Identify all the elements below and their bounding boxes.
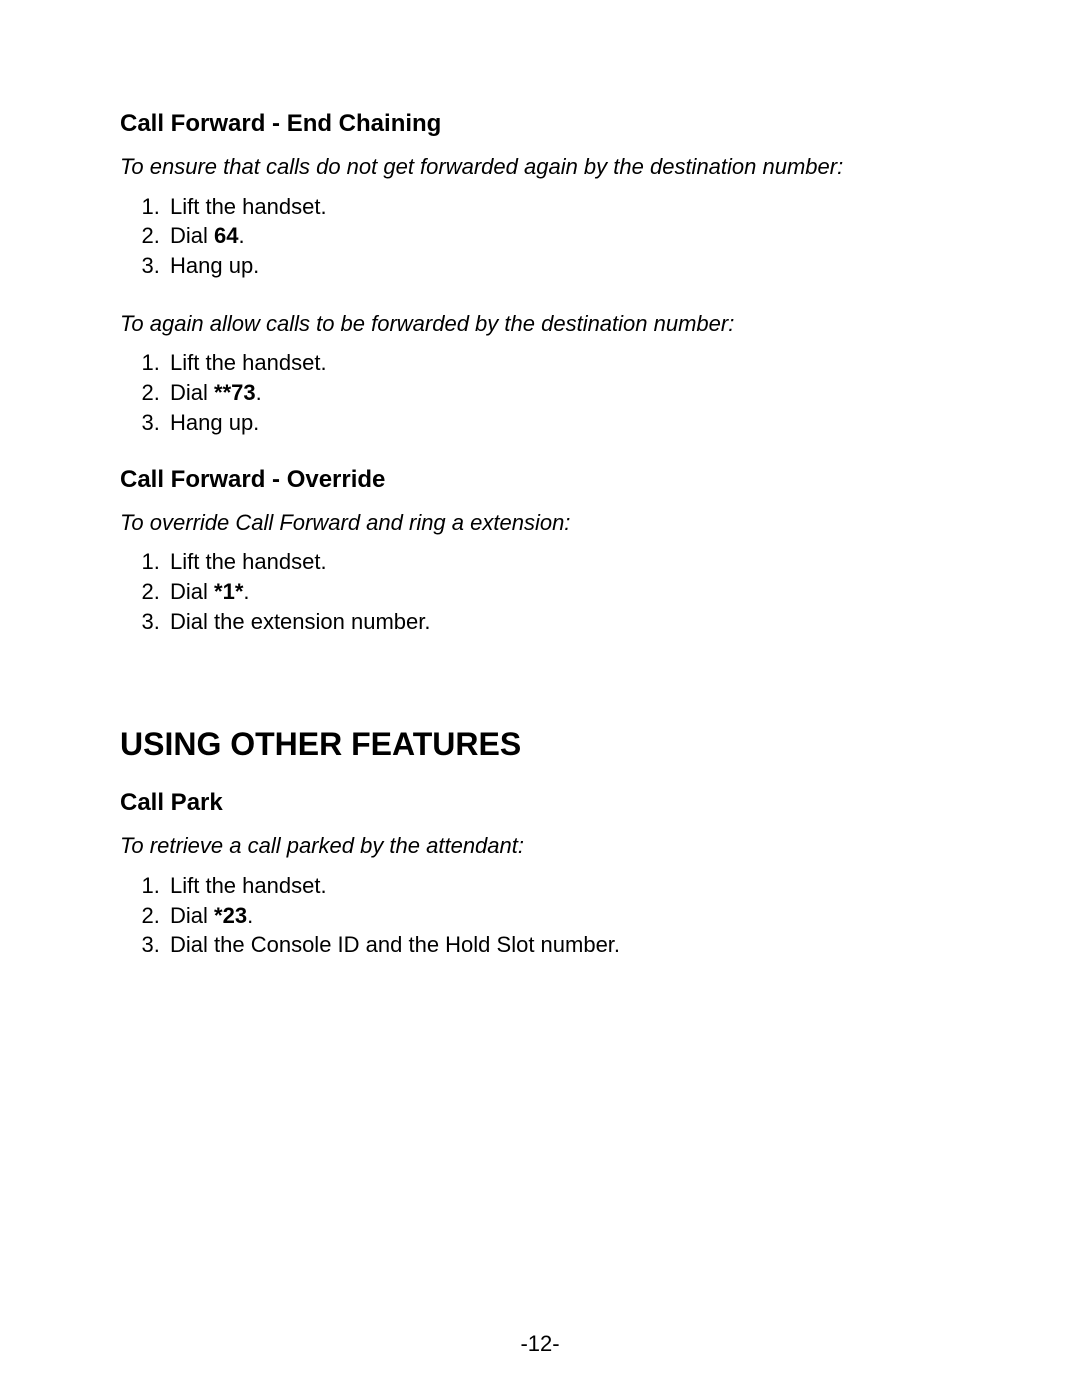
step: Lift the handset. — [166, 192, 950, 222]
steps-end-chaining-2: Lift the handset. Dial **73. Hang up. — [120, 348, 950, 437]
step: Lift the handset. — [166, 871, 950, 901]
dial-code: **73 — [214, 380, 256, 405]
step-text: . — [247, 903, 253, 928]
step-text: Dial — [170, 579, 214, 604]
step-text: . — [243, 579, 249, 604]
intro-end-chaining-2: To again allow calls to be forwarded by … — [120, 309, 950, 339]
steps-override: Lift the handset. Dial *1*. Dial the ext… — [120, 547, 950, 636]
heading-override: Call Forward - Override — [120, 466, 950, 494]
dial-code: *23 — [214, 903, 247, 928]
intro-override: To override Call Forward and ring a exte… — [120, 508, 950, 538]
step: Lift the handset. — [166, 547, 950, 577]
step: Dial the extension number. — [166, 607, 950, 637]
dial-code: *1* — [214, 579, 243, 604]
steps-end-chaining-1: Lift the handset. Dial 64. Hang up. — [120, 192, 950, 281]
step: Dial 64. — [166, 221, 950, 251]
step: Dial *1*. — [166, 577, 950, 607]
step-text: Dial — [170, 380, 214, 405]
step: Hang up. — [166, 251, 950, 281]
step: Dial *23. — [166, 901, 950, 931]
step-text: . — [239, 223, 245, 248]
step: Dial **73. — [166, 378, 950, 408]
intro-end-chaining-1: To ensure that calls do not get forwarde… — [120, 152, 950, 182]
heading-end-chaining: Call Forward - End Chaining — [120, 110, 950, 138]
step-text: Dial — [170, 223, 214, 248]
step-text: Dial — [170, 903, 214, 928]
heading-call-park: Call Park — [120, 789, 950, 817]
steps-call-park: Lift the handset. Dial *23. Dial the Con… — [120, 871, 950, 960]
step: Dial the Console ID and the Hold Slot nu… — [166, 930, 950, 960]
page-number: -12- — [0, 1331, 1080, 1357]
intro-call-park: To retrieve a call parked by the attenda… — [120, 831, 950, 861]
step: Lift the handset. — [166, 348, 950, 378]
step-text: . — [256, 380, 262, 405]
dial-code: 64 — [214, 223, 238, 248]
page-content: Call Forward - End Chaining To ensure th… — [120, 110, 950, 960]
step: Hang up. — [166, 408, 950, 438]
heading-other-features: USING OTHER FEATURES — [120, 726, 950, 763]
